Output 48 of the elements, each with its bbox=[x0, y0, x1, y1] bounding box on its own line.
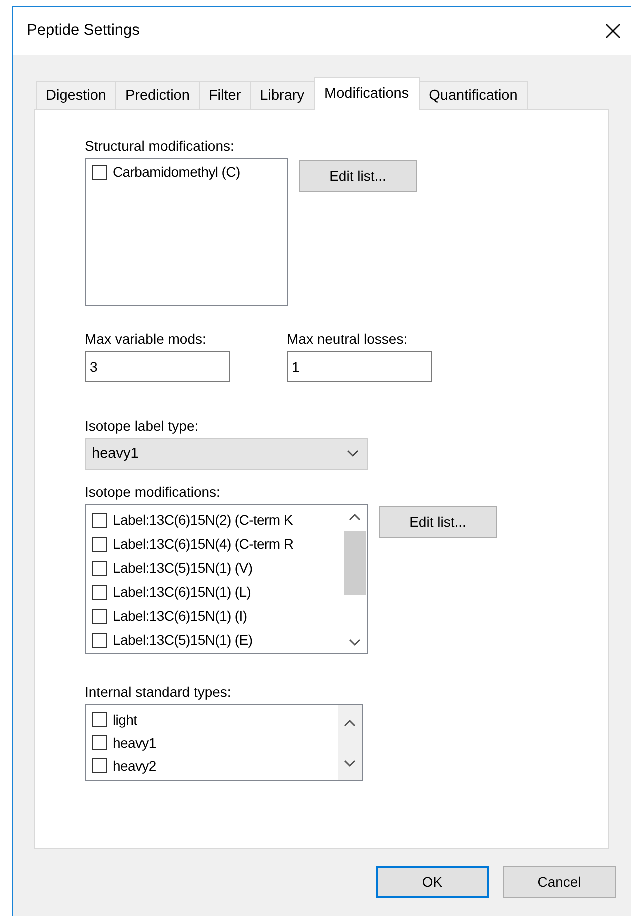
input-field[interactable]: 1 bbox=[287, 351, 432, 382]
checkbox[interactable] bbox=[92, 712, 107, 727]
list-item[interactable]: Label:13C(5)15N(1) (E) bbox=[113, 632, 253, 648]
chevron-up-icon[interactable] bbox=[344, 719, 356, 727]
chevron-up-icon[interactable] bbox=[349, 513, 361, 521]
input-field[interactable]: 3 bbox=[85, 351, 230, 382]
checkbox[interactable] bbox=[92, 632, 107, 648]
checkbox[interactable] bbox=[92, 536, 107, 552]
close-button[interactable]: × bbox=[602, 17, 625, 45]
tab[interactable]: Modifications bbox=[314, 77, 420, 110]
checkbox[interactable] bbox=[92, 512, 107, 528]
checkbox[interactable] bbox=[92, 584, 107, 600]
dropdown[interactable]: heavy1 bbox=[85, 438, 368, 470]
field-label: Max neutral losses: bbox=[287, 331, 409, 347]
list-box[interactable]: Label:13C(6)15N(2) (C-term K Label:13C(6)15N(4) (C-term R Label:13C(5)15N(1) (V) Label:13C(6)15N(1) (L) Label:13C(6)15N(1) (I) Label:13C(5)15N(1) (E) bbox=[85, 504, 368, 654]
checkbox[interactable] bbox=[92, 608, 107, 624]
field-label: Structural modifications: bbox=[85, 138, 234, 154]
scrollbar[interactable] bbox=[338, 705, 362, 780]
window-title: Peptide Settings bbox=[27, 22, 140, 40]
list-item[interactable]: Carbamidomethyl (C) bbox=[113, 164, 240, 180]
list-item[interactable]: heavy2 bbox=[113, 758, 156, 774]
tab[interactable]: Quantification bbox=[419, 81, 528, 109]
field-label: Max variable mods: bbox=[85, 331, 208, 347]
list-item[interactable]: heavy1 bbox=[113, 734, 156, 750]
checkbox[interactable] bbox=[92, 735, 107, 750]
checkbox[interactable] bbox=[92, 164, 107, 180]
list-item[interactable]: Label:13C(6)15N(1) (I) bbox=[113, 608, 248, 624]
field-label: Isotope label type: bbox=[85, 418, 199, 434]
list-item[interactable]: Label:13C(6)15N(4) (C-term R bbox=[113, 536, 294, 552]
scrollbar-thumb[interactable] bbox=[344, 531, 366, 595]
list-item[interactable]: Label:13C(6)15N(1) (L) bbox=[113, 584, 252, 600]
chevron-down-icon[interactable] bbox=[349, 639, 361, 647]
list-item[interactable]: light bbox=[113, 712, 138, 728]
list-box[interactable]: Carbamidomethyl (C) bbox=[85, 158, 288, 306]
chevron-down-icon bbox=[347, 450, 359, 458]
edit-list-button[interactable]: Edit list... bbox=[379, 506, 497, 538]
list-box[interactable]: light heavy1 heavy2 bbox=[85, 704, 363, 781]
field-label: Isotope modifications: bbox=[85, 484, 220, 500]
dialog-button[interactable]: OK bbox=[376, 866, 489, 898]
dialog-button[interactable]: Cancel bbox=[503, 866, 616, 898]
checkbox[interactable] bbox=[92, 758, 107, 773]
list-item[interactable]: Label:13C(5)15N(1) (V) bbox=[113, 560, 253, 576]
tab[interactable]: Digestion bbox=[36, 81, 116, 109]
list-item[interactable]: Label:13C(6)15N(2) (C-term K bbox=[113, 512, 293, 528]
edit-list-button[interactable]: Edit list... bbox=[299, 160, 417, 192]
checkbox[interactable] bbox=[92, 560, 107, 576]
chevron-down-icon[interactable] bbox=[344, 760, 356, 768]
field-label: Internal standard types: bbox=[85, 684, 232, 700]
